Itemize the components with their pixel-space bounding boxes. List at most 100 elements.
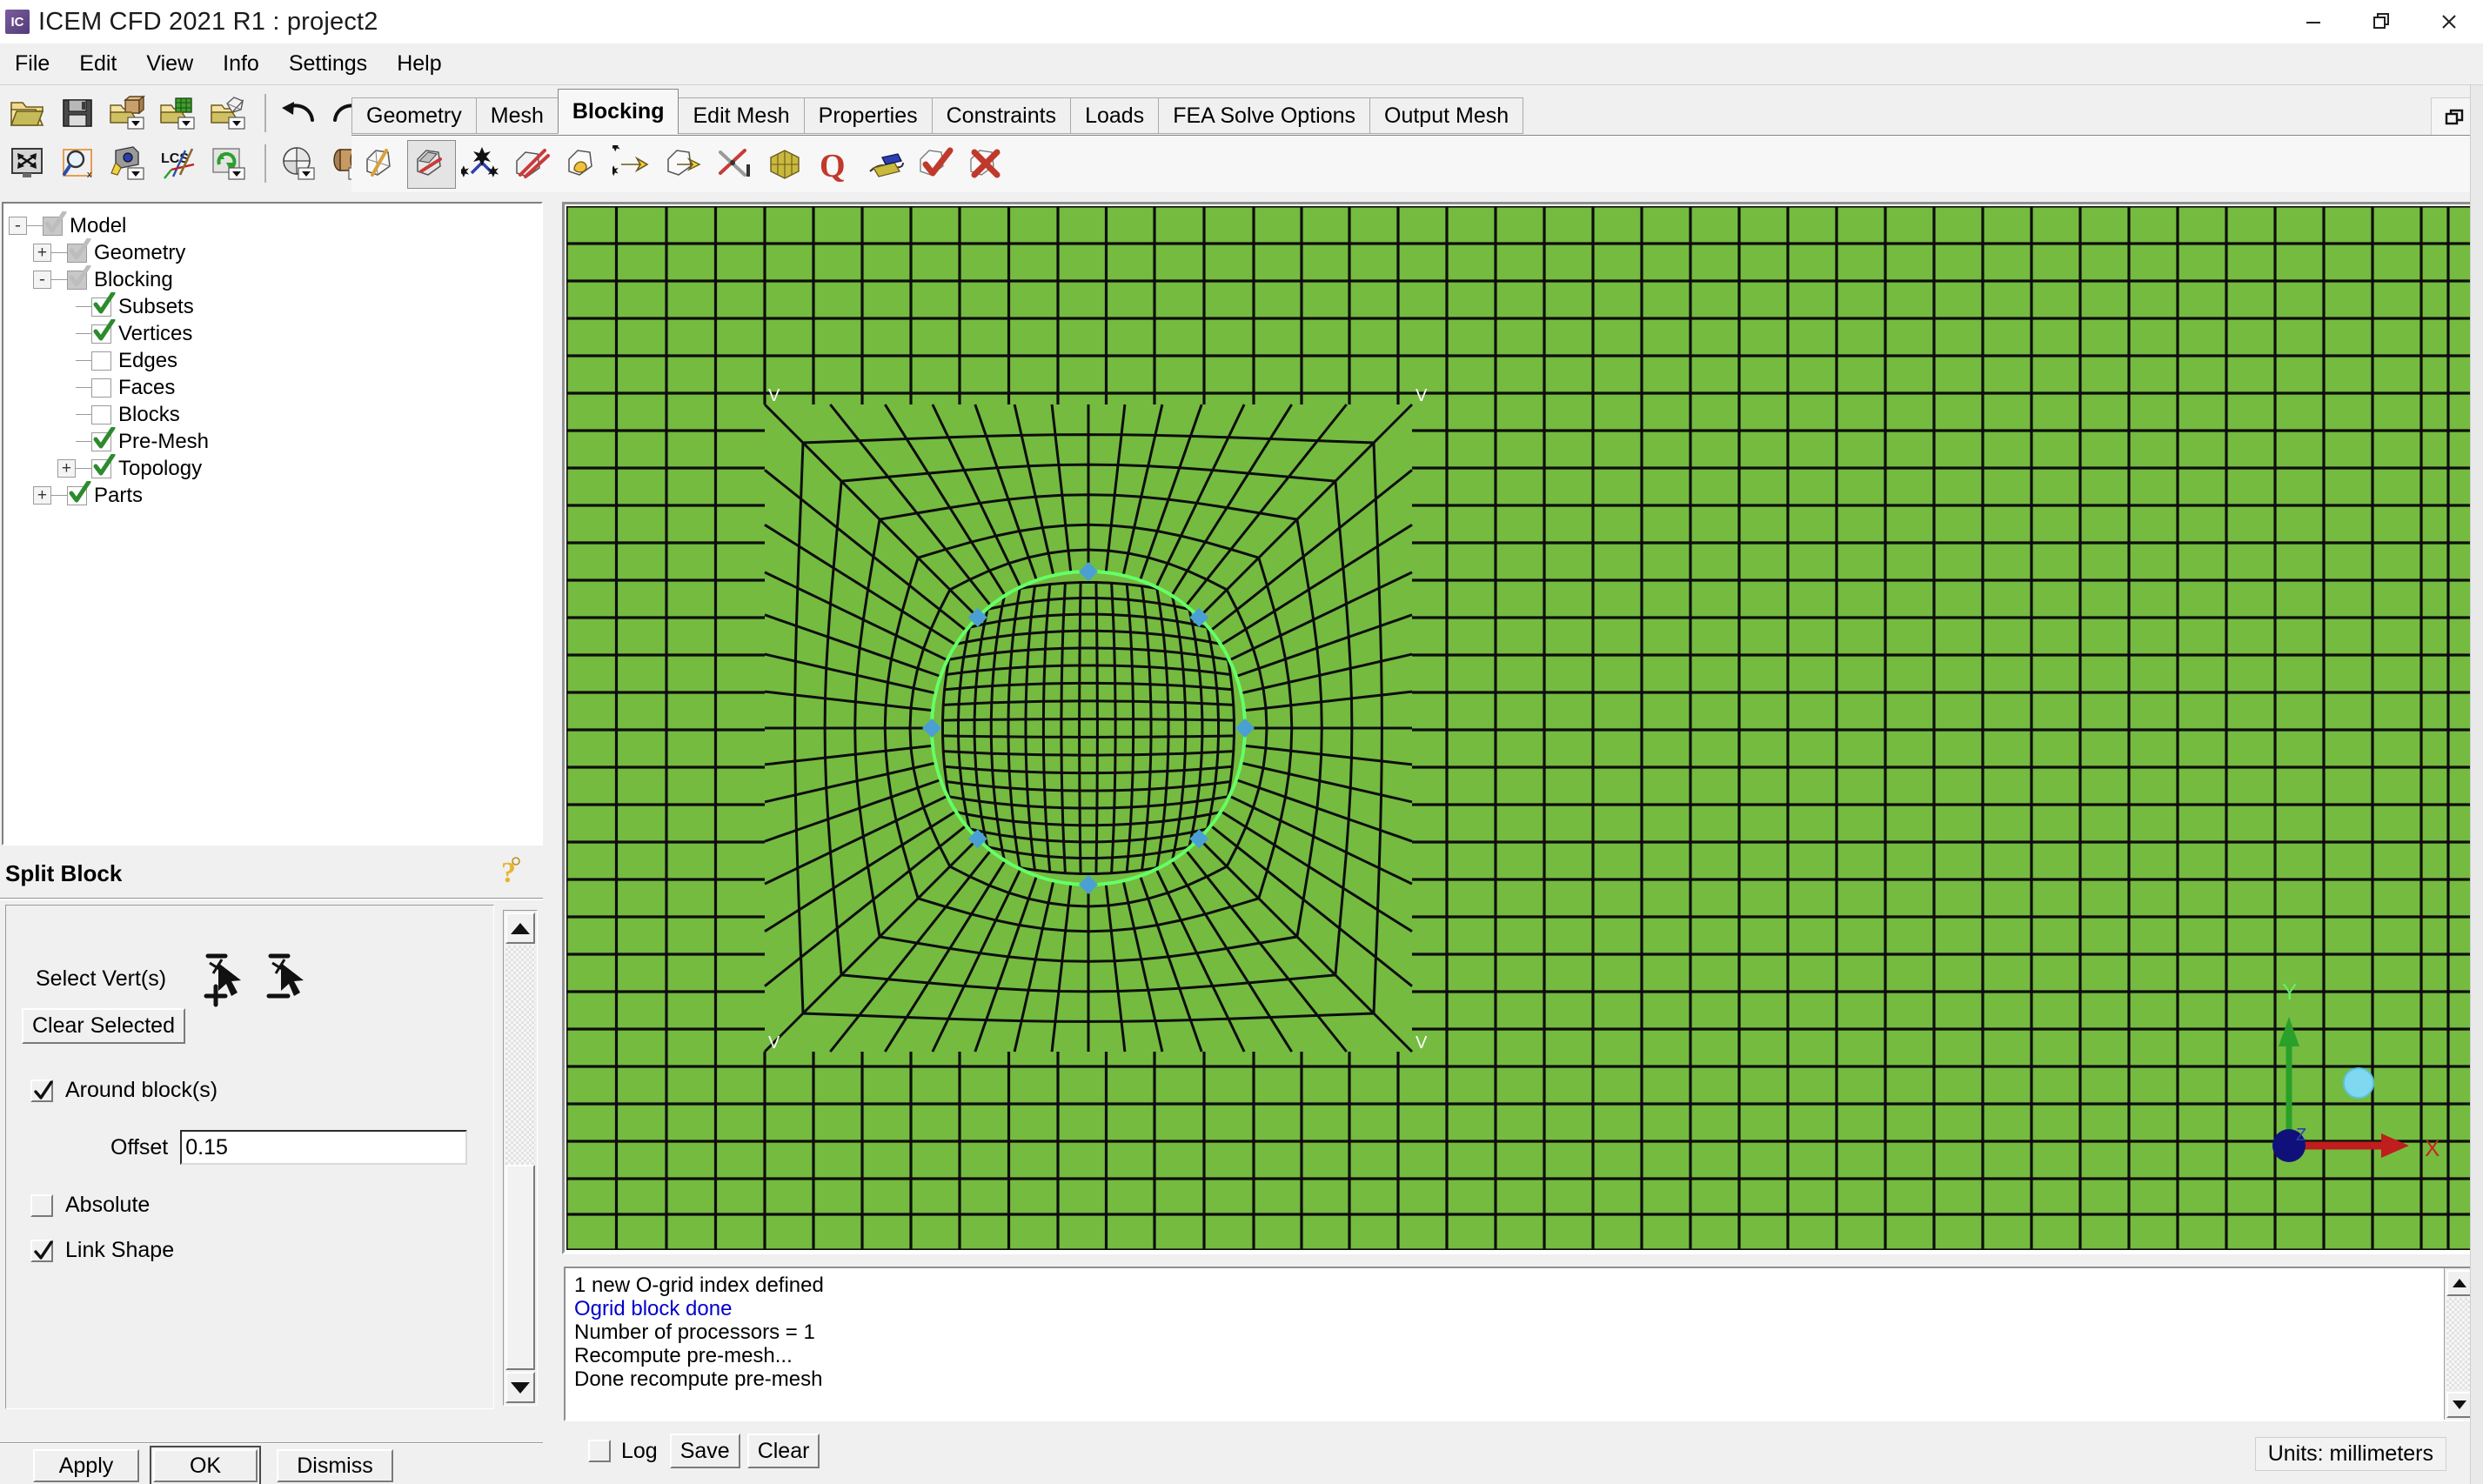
restore-icon[interactable] xyxy=(2347,0,2415,43)
log-save-button[interactable]: Save xyxy=(669,1434,740,1468)
menu-info[interactable]: Info xyxy=(208,50,274,78)
transform-block-icon[interactable] xyxy=(659,140,708,189)
fit-window-icon[interactable] xyxy=(3,139,50,187)
clip-plane-icon[interactable] xyxy=(275,139,322,187)
tree-connector xyxy=(51,252,67,253)
tab-edit-mesh[interactable]: Edit Mesh xyxy=(678,97,805,134)
open-geometry-icon[interactable] xyxy=(104,89,151,137)
link-shape-row[interactable]: Link Shape xyxy=(30,1238,174,1263)
log-clear-button[interactable]: Clear xyxy=(746,1434,820,1468)
tree-item-faces[interactable]: Faces xyxy=(9,374,541,401)
tree-checkbox[interactable] xyxy=(91,452,116,478)
tree-checkbox[interactable] xyxy=(91,291,116,317)
tree-checkbox[interactable] xyxy=(67,479,91,505)
absolute-row[interactable]: Absolute xyxy=(30,1193,150,1218)
around-blocks-checkbox[interactable] xyxy=(30,1079,53,1102)
open-project-icon[interactable] xyxy=(3,89,50,137)
tree-item-topology[interactable]: + Topology xyxy=(9,452,541,482)
pre-mesh-params-icon[interactable] xyxy=(760,140,809,189)
scroll-up-arrow-icon[interactable] xyxy=(505,912,535,944)
scroll-down-arrow-icon[interactable] xyxy=(505,1372,535,1403)
collapse-icon[interactable]: - xyxy=(9,217,27,235)
mesh-viewport[interactable]: V V V V Y X Z xyxy=(566,206,2475,1250)
ok-button[interactable]: OK xyxy=(150,1446,261,1484)
tree-checkbox[interactable] xyxy=(67,264,91,290)
tab-geometry[interactable]: Geometry xyxy=(351,97,477,134)
checkmark-icon xyxy=(69,264,91,290)
expand-icon[interactable]: + xyxy=(33,486,51,505)
cursor-remove-icon[interactable] xyxy=(264,947,318,1010)
apply-button[interactable]: Apply xyxy=(33,1449,139,1482)
move-vertex-icon[interactable] xyxy=(609,140,658,189)
open-blocking-icon[interactable] xyxy=(205,89,252,137)
tree-connector xyxy=(76,468,91,469)
tree-item-blocks[interactable]: Blocks xyxy=(9,401,541,428)
tab-loads[interactable]: Loads xyxy=(1070,97,1160,134)
menu-file[interactable]: File xyxy=(0,50,64,78)
tab-properties[interactable]: Properties xyxy=(803,97,933,134)
tab-blocking[interactable]: Blocking xyxy=(557,89,679,134)
tree-item-parts[interactable]: + Parts xyxy=(9,479,541,509)
refresh-icon[interactable] xyxy=(205,139,252,187)
absolute-checkbox[interactable] xyxy=(30,1193,53,1217)
close-icon[interactable] xyxy=(2415,0,2483,43)
log-checkbox[interactable] xyxy=(588,1440,611,1462)
menu-settings[interactable]: Settings xyxy=(274,50,382,78)
tab-fea-solve-options[interactable]: FEA Solve Options xyxy=(1158,97,1370,134)
tree-item-pre-mesh[interactable]: Pre-Mesh xyxy=(9,425,541,455)
edit-edge-icon[interactable] xyxy=(710,140,759,189)
split-block-icon[interactable] xyxy=(407,139,456,189)
clear-selected-button[interactable]: Clear Selected xyxy=(22,1008,185,1044)
open-mesh-icon[interactable] xyxy=(155,89,202,137)
menu-help[interactable]: Help xyxy=(382,50,456,78)
create-block-icon[interactable] xyxy=(357,140,405,189)
tree-item-model[interactable]: - Model xyxy=(9,210,541,239)
link-shape-checkbox[interactable] xyxy=(30,1239,53,1262)
minimize-icon[interactable] xyxy=(2279,0,2347,43)
help-question-icon[interactable]: ? xyxy=(496,854,531,897)
associate-icon[interactable] xyxy=(559,140,607,189)
tab-output-mesh[interactable]: Output Mesh xyxy=(1369,97,1524,134)
tree-checkbox[interactable] xyxy=(67,237,91,263)
tab-mesh[interactable]: Mesh xyxy=(475,97,559,134)
menu-edit[interactable]: Edit xyxy=(64,50,131,78)
around-blocks-row[interactable]: Around block(s) xyxy=(30,1078,218,1103)
measure-icon[interactable] xyxy=(104,139,151,187)
expand-icon[interactable]: + xyxy=(57,459,76,478)
tree-checkbox[interactable] xyxy=(91,425,116,451)
zoom-box-icon[interactable]: x xyxy=(54,139,101,187)
scrollbar-track[interactable] xyxy=(505,946,535,1370)
log-scroll-down-icon[interactable] xyxy=(2446,1392,2473,1418)
tree-item-subsets[interactable]: Subsets xyxy=(9,291,541,320)
scan-planes-icon[interactable] xyxy=(861,140,910,189)
panel-scrollbar[interactable] xyxy=(503,910,538,1406)
tree-item-geometry[interactable]: + Geometry xyxy=(9,237,541,266)
message-log[interactable]: 1 new O-grid index defined Ogrid block do… xyxy=(564,1267,2478,1421)
tree-checkbox[interactable] xyxy=(91,351,111,371)
tree-item-vertices[interactable]: Vertices xyxy=(9,318,541,347)
collapse-icon[interactable]: - xyxy=(33,271,51,289)
delete-block-icon[interactable] xyxy=(962,140,1011,189)
check-blocks-icon[interactable] xyxy=(912,140,960,189)
merge-vertices-icon[interactable] xyxy=(458,140,506,189)
edit-block-icon[interactable] xyxy=(508,140,557,189)
menu-view[interactable]: View xyxy=(131,50,208,78)
tree-checkbox[interactable] xyxy=(91,378,111,398)
save-project-icon[interactable] xyxy=(54,89,101,137)
tree-checkbox[interactable] xyxy=(91,404,111,424)
tree-item-blocking[interactable]: - Blocking xyxy=(9,264,541,293)
cursor-add-icon[interactable] xyxy=(201,947,255,1010)
expand-icon[interactable]: + xyxy=(33,244,51,262)
pre-mesh-quality-icon[interactable]: Q xyxy=(811,140,860,189)
tree-item-edges[interactable]: Edges xyxy=(9,347,541,374)
undo-icon[interactable] xyxy=(275,89,322,137)
tree-checkbox[interactable] xyxy=(91,318,116,344)
lcs-icon[interactable]: LCS xyxy=(155,139,202,187)
tree-checkbox[interactable] xyxy=(43,210,67,236)
offset-input[interactable] xyxy=(180,1130,468,1165)
tab-constraints[interactable]: Constraints xyxy=(931,97,1072,134)
dismiss-button[interactable]: Dismiss xyxy=(277,1449,393,1482)
log-scroll-up-icon[interactable] xyxy=(2446,1270,2473,1296)
scrollbar-thumb[interactable] xyxy=(505,1165,535,1370)
model-tree-panel[interactable]: - Model + Geometry - Blocking Subsets Vertices E… xyxy=(2,202,543,846)
